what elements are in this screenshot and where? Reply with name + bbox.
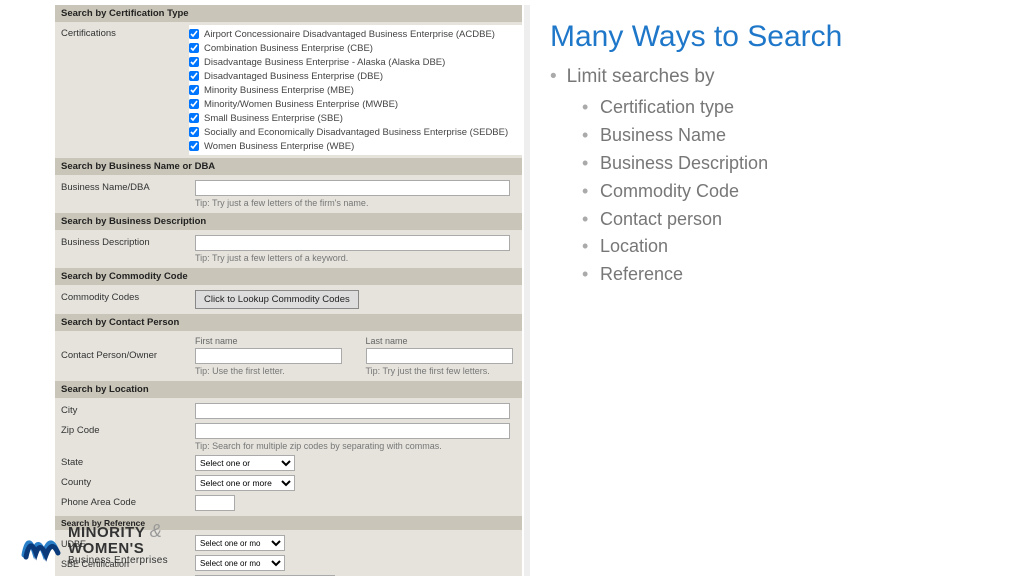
area-code-input[interactable] <box>195 495 235 511</box>
zip-label: Zip Code <box>61 423 195 436</box>
last-name-label: Last name <box>366 336 517 348</box>
biz-desc-tip: Tip: Try just a few letters of a keyword… <box>195 251 516 263</box>
state-select[interactable]: Select one or <box>195 455 295 471</box>
county-label: County <box>61 475 195 488</box>
cert-label-text: Socially and Economically Disadvantaged … <box>204 127 508 138</box>
biz-desc-label: Business Description <box>61 235 195 248</box>
cert-label-text: Disadvantaged Business Enterprise (DBE) <box>204 71 383 82</box>
cert-checkbox[interactable] <box>189 141 199 151</box>
lookup-commodity-button[interactable]: Click to Lookup Commodity Codes <box>195 290 359 309</box>
state-label: State <box>61 455 195 468</box>
contact-label: Contact Person/Owner <box>61 336 195 361</box>
cert-label-text: Airport Concessionaire Disadvantaged Bus… <box>204 29 495 40</box>
cert-item: Disadvantaged Business Enterprise (DBE) <box>189 69 522 83</box>
county-select[interactable]: Select one or more <box>195 475 295 491</box>
biz-desc-input[interactable] <box>195 235 510 251</box>
city-label: City <box>61 403 195 416</box>
section-head-location: Search by Location <box>55 381 522 398</box>
bullet-item: Certification type <box>600 94 994 122</box>
cert-checkbox[interactable] <box>189 57 199 67</box>
logo-line1: MINORITY <box>68 524 145 541</box>
biz-name-input[interactable] <box>195 180 510 196</box>
cert-checkbox[interactable] <box>189 71 199 81</box>
omwbe-logo: MINORITY & WOMEN'S Business Enterprises <box>20 522 168 566</box>
logo-ampersand: & <box>150 521 162 541</box>
cert-label-text: Disadvantage Business Enterprise - Alask… <box>204 57 445 68</box>
cert-item: Minority Business Enterprise (MBE) <box>189 83 522 97</box>
city-input[interactable] <box>195 403 510 419</box>
cert-label-text: Minority Business Enterprise (MBE) <box>204 85 354 96</box>
section-head-commodity: Search by Commodity Code <box>55 268 522 285</box>
bullet-item: Location <box>600 233 994 261</box>
cert-checkbox[interactable] <box>189 127 199 137</box>
biz-name-label: Business Name/DBA <box>61 180 195 193</box>
logo-line2: WOMEN'S <box>68 541 168 556</box>
zip-tip: Tip: Search for multiple zip codes by se… <box>195 439 516 451</box>
cert-checkbox[interactable] <box>189 99 199 109</box>
bullet-item: Business Name <box>600 122 994 150</box>
last-name-tip: Tip: Try just the first few letters. <box>366 364 517 376</box>
first-name-tip: Tip: Use the first letter. <box>195 364 346 376</box>
bullet-item: Commodity Code <box>600 178 994 206</box>
cert-checkbox[interactable] <box>189 29 199 39</box>
section-head-cert-type: Search by Certification Type <box>55 5 522 22</box>
last-name-input[interactable] <box>366 348 513 364</box>
cert-item: Airport Concessionaire Disadvantaged Bus… <box>189 27 522 41</box>
bullet-item: Contact person <box>600 206 994 234</box>
sbe-select[interactable]: Select one or mo <box>195 555 285 571</box>
cert-item: Disadvantage Business Enterprise - Alask… <box>189 55 522 69</box>
cert-label-text: Women Business Enterprise (WBE) <box>204 141 354 152</box>
first-name-label: First name <box>195 336 346 348</box>
cert-label-text: Minority/Women Business Enterprise (MWBE… <box>204 99 398 110</box>
bullet-item: Business Description <box>600 150 994 178</box>
cert-item: Women Business Enterprise (WBE) <box>189 139 522 153</box>
section-head-biz-desc: Search by Business Description <box>55 213 522 230</box>
biz-name-tip: Tip: Try just a few letters of the firm'… <box>195 196 516 208</box>
logo-line3: Business Enterprises <box>68 556 168 566</box>
search-form-panel: Search by Certification Type Certificati… <box>0 0 530 576</box>
area-code-label: Phone Area Code <box>61 495 195 508</box>
zip-input[interactable] <box>195 423 510 439</box>
logo-text: MINORITY & WOMEN'S Business Enterprises <box>68 522 168 566</box>
bullet-list: Certification typeBusiness NameBusiness … <box>550 94 994 289</box>
slide-text-panel: Many Ways to Search Limit searches by Ce… <box>530 0 1024 576</box>
subtitle: Limit searches by <box>550 66 994 88</box>
cert-label: Certifications <box>55 25 189 155</box>
bullet-item: Reference <box>600 261 994 289</box>
cert-checkbox[interactable] <box>189 43 199 53</box>
cert-item: Small Business Enterprise (SBE) <box>189 111 522 125</box>
cert-item: Minority/Women Business Enterprise (MWBE… <box>189 97 522 111</box>
cert-item: Combination Business Enterprise (CBE) <box>189 41 522 55</box>
logo-icon <box>20 523 62 565</box>
cert-checkbox[interactable] <box>189 113 199 123</box>
first-name-input[interactable] <box>195 348 342 364</box>
cert-item: Socially and Economically Disadvantaged … <box>189 125 522 139</box>
cert-list: Airport Concessionaire Disadvantaged Bus… <box>189 25 522 155</box>
search-form: Search by Certification Type Certificati… <box>55 5 530 576</box>
cert-label-text: Small Business Enterprise (SBE) <box>204 113 343 124</box>
commodity-label: Commodity Codes <box>61 290 195 303</box>
page-title: Many Ways to Search <box>550 20 994 54</box>
cert-label-text: Combination Business Enterprise (CBE) <box>204 43 373 54</box>
section-head-biz-name: Search by Business Name or DBA <box>55 158 522 175</box>
section-head-contact: Search by Contact Person <box>55 314 522 331</box>
udbe-select[interactable]: Select one or mo <box>195 535 285 551</box>
cert-checkbox[interactable] <box>189 85 199 95</box>
